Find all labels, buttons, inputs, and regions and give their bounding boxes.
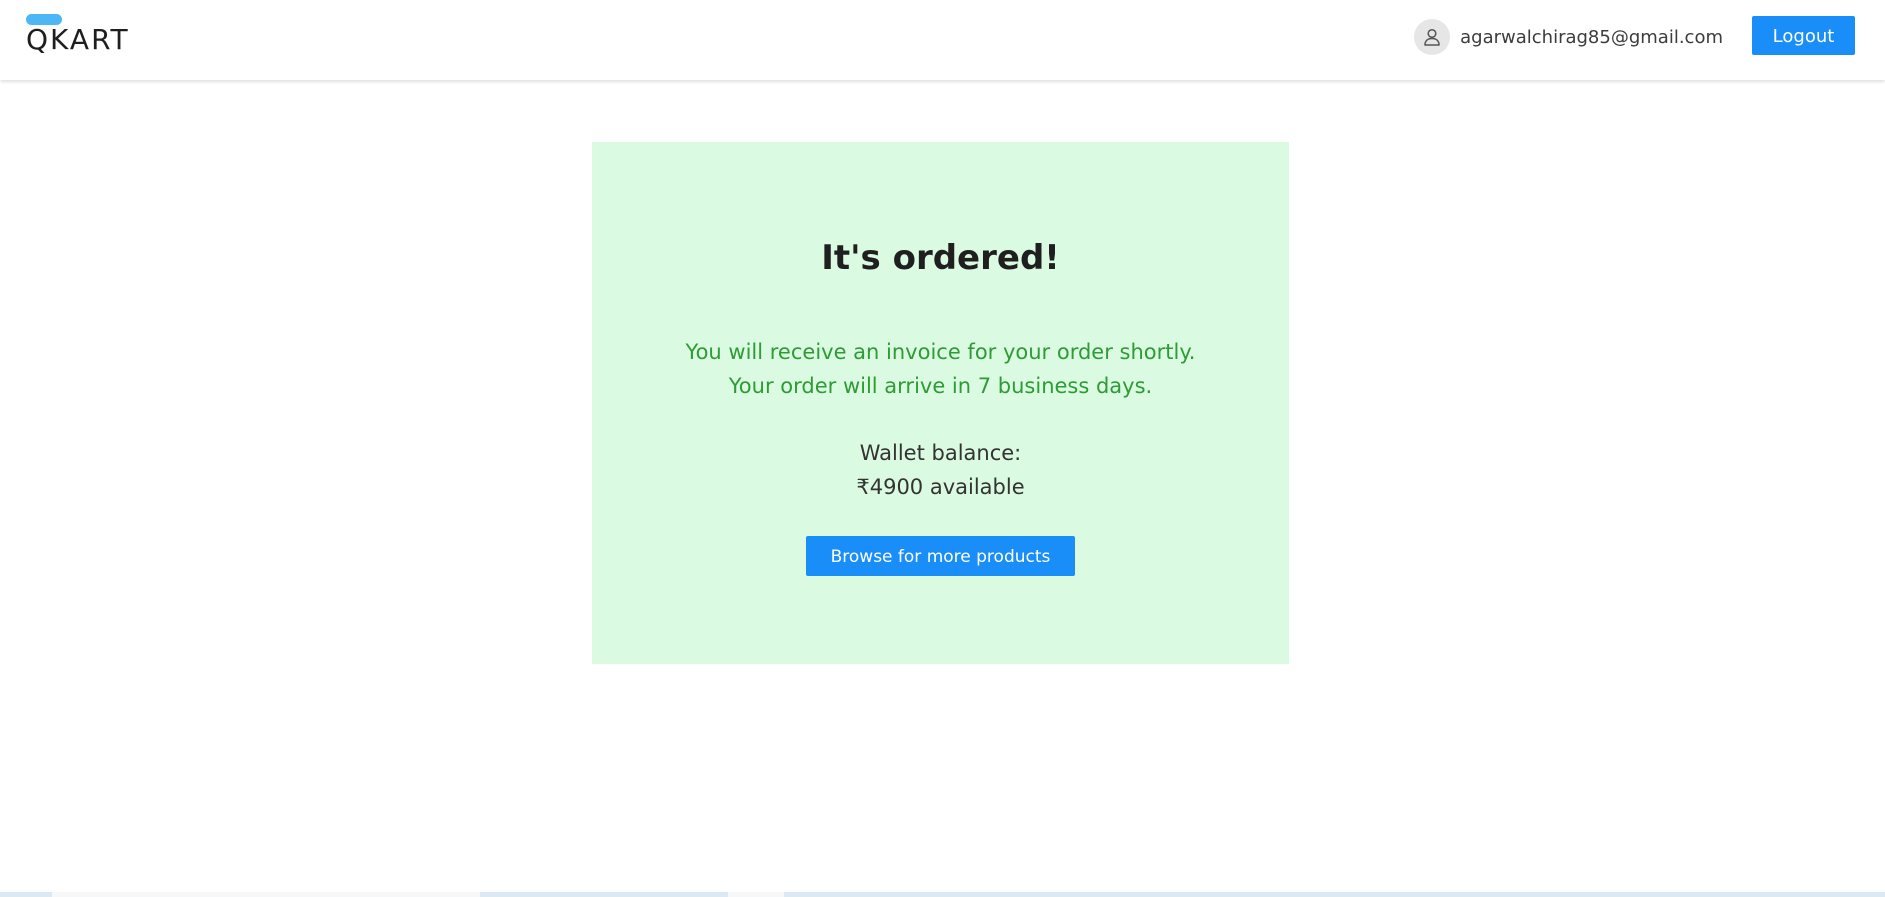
wallet-label: Wallet balance: bbox=[859, 441, 1022, 465]
user-area: agarwalchirag85@gmail.com bbox=[1414, 18, 1723, 56]
page: QKART agarwalchirag85@gmail.com Logout I… bbox=[0, 0, 1885, 897]
order-title: It's ordered! bbox=[821, 238, 1060, 278]
qkart-logo[interactable]: QKART bbox=[26, 14, 146, 64]
delivery-message: Your order will arrive in 7 business day… bbox=[728, 374, 1153, 398]
bottom-strip bbox=[0, 892, 1885, 897]
bottom-strip-segment bbox=[728, 892, 784, 897]
logout-button[interactable]: Logout bbox=[1752, 16, 1855, 55]
order-confirmation-card: It's ordered! You will receive an invoic… bbox=[592, 142, 1289, 664]
user-email: agarwalchirag85@gmail.com bbox=[1460, 26, 1723, 48]
logo-text: QKART bbox=[26, 23, 130, 56]
user-avatar-icon bbox=[1414, 19, 1451, 55]
wallet-balance: ₹4900 available bbox=[856, 475, 1025, 499]
bottom-strip-segment bbox=[52, 892, 480, 897]
header: QKART agarwalchirag85@gmail.com Logout bbox=[0, 0, 1885, 80]
invoice-message: You will receive an invoice for your ord… bbox=[685, 340, 1196, 364]
browse-products-button[interactable]: Browse for more products bbox=[806, 536, 1075, 576]
